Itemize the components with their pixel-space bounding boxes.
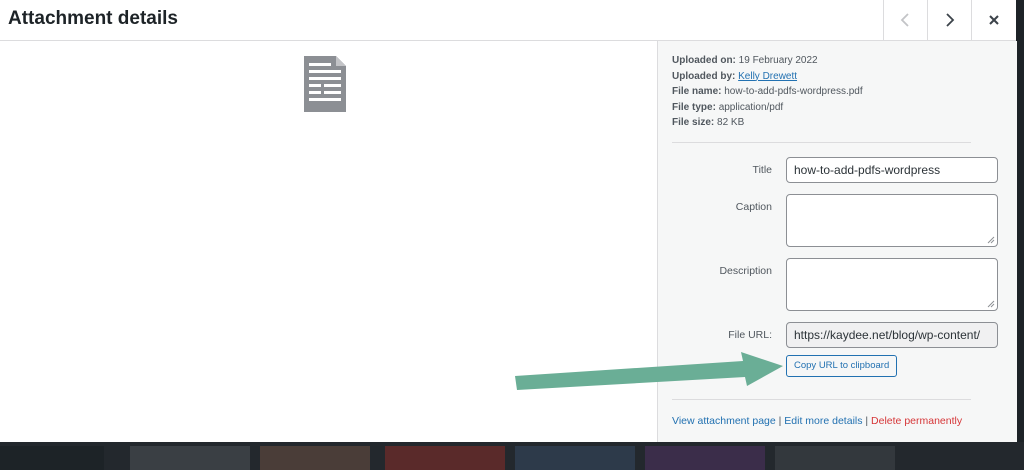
title-label: Title bbox=[752, 164, 772, 176]
backdrop-thumbnail bbox=[260, 446, 370, 470]
file-name-label: File name: bbox=[672, 86, 722, 98]
copy-url-button[interactable]: Copy URL to clipboard bbox=[786, 355, 898, 377]
divider bbox=[672, 142, 971, 143]
uploaded-by-row: Uploaded by: Kelly Drewett bbox=[672, 69, 863, 85]
attachment-details-modal: Attachment details Uploaded on: 19 Febru… bbox=[0, 0, 1017, 442]
annotation-arrow-icon bbox=[515, 352, 783, 390]
file-name-value: how-to-add-pdfs-wordpress.pdf bbox=[724, 86, 863, 98]
backdrop-thumbnail bbox=[515, 446, 635, 470]
backdrop-thumbnail bbox=[775, 446, 895, 470]
resize-handle-icon[interactable] bbox=[987, 300, 995, 308]
title-input[interactable]: how-to-add-pdfs-wordpress bbox=[786, 157, 998, 183]
chevron-right-icon bbox=[945, 13, 954, 27]
close-icon bbox=[988, 15, 999, 25]
modal-title: Attachment details bbox=[8, 8, 178, 29]
next-button[interactable] bbox=[927, 0, 971, 40]
edit-more-details-link[interactable]: Edit more details bbox=[784, 415, 862, 427]
delete-permanently-link[interactable]: Delete permanently bbox=[871, 415, 962, 427]
chevron-left-icon bbox=[900, 13, 909, 27]
divider bbox=[672, 399, 971, 400]
file-url-input[interactable]: https://kaydee.net/blog/wp-content/ bbox=[786, 322, 998, 348]
backdrop-thumbnail bbox=[130, 446, 250, 470]
uploaded-on-row: Uploaded on: 19 February 2022 bbox=[672, 53, 863, 69]
separator: | bbox=[862, 415, 872, 427]
file-size-row: File size: 82 KB bbox=[672, 115, 863, 131]
attachment-actions: View attachment page | Edit more details… bbox=[672, 415, 962, 427]
separator: | bbox=[775, 415, 785, 427]
description-label: Description bbox=[719, 265, 772, 277]
file-size-value: 82 KB bbox=[717, 117, 745, 129]
file-type-value: application/pdf bbox=[718, 101, 784, 113]
uploaded-on-value: 19 February 2022 bbox=[738, 55, 818, 66]
backdrop-thumbnail bbox=[0, 446, 104, 470]
backdrop-thumbnail bbox=[645, 446, 765, 470]
caption-textarea[interactable] bbox=[786, 194, 998, 247]
backdrop-thumbnail bbox=[385, 446, 505, 470]
file-type-row: File type: application/pdf bbox=[672, 100, 863, 116]
caption-label: Caption bbox=[735, 201, 772, 213]
file-name-row: File name: how-to-add-pdfs-wordpress.pdf bbox=[672, 84, 863, 100]
file-type-label: File type: bbox=[672, 101, 716, 113]
uploader-link[interactable]: Kelly Drewett bbox=[738, 71, 797, 82]
description-textarea[interactable] bbox=[786, 258, 998, 311]
uploaded-on-label: Uploaded on: bbox=[672, 55, 736, 66]
resize-handle-icon[interactable] bbox=[987, 236, 995, 244]
file-size-label: File size: bbox=[672, 117, 715, 129]
modal-header: Attachment details bbox=[0, 0, 1016, 41]
document-icon bbox=[304, 56, 346, 112]
file-details: Uploaded on: 19 February 2022 Uploaded b… bbox=[672, 53, 863, 131]
previous-button[interactable] bbox=[883, 0, 927, 40]
uploaded-by-label: Uploaded by: bbox=[672, 70, 736, 82]
media-library-backdrop bbox=[0, 442, 1024, 470]
file-url-label: File URL: bbox=[728, 329, 772, 341]
view-attachment-page-link[interactable]: View attachment page bbox=[672, 415, 776, 427]
close-button[interactable] bbox=[971, 0, 1015, 40]
